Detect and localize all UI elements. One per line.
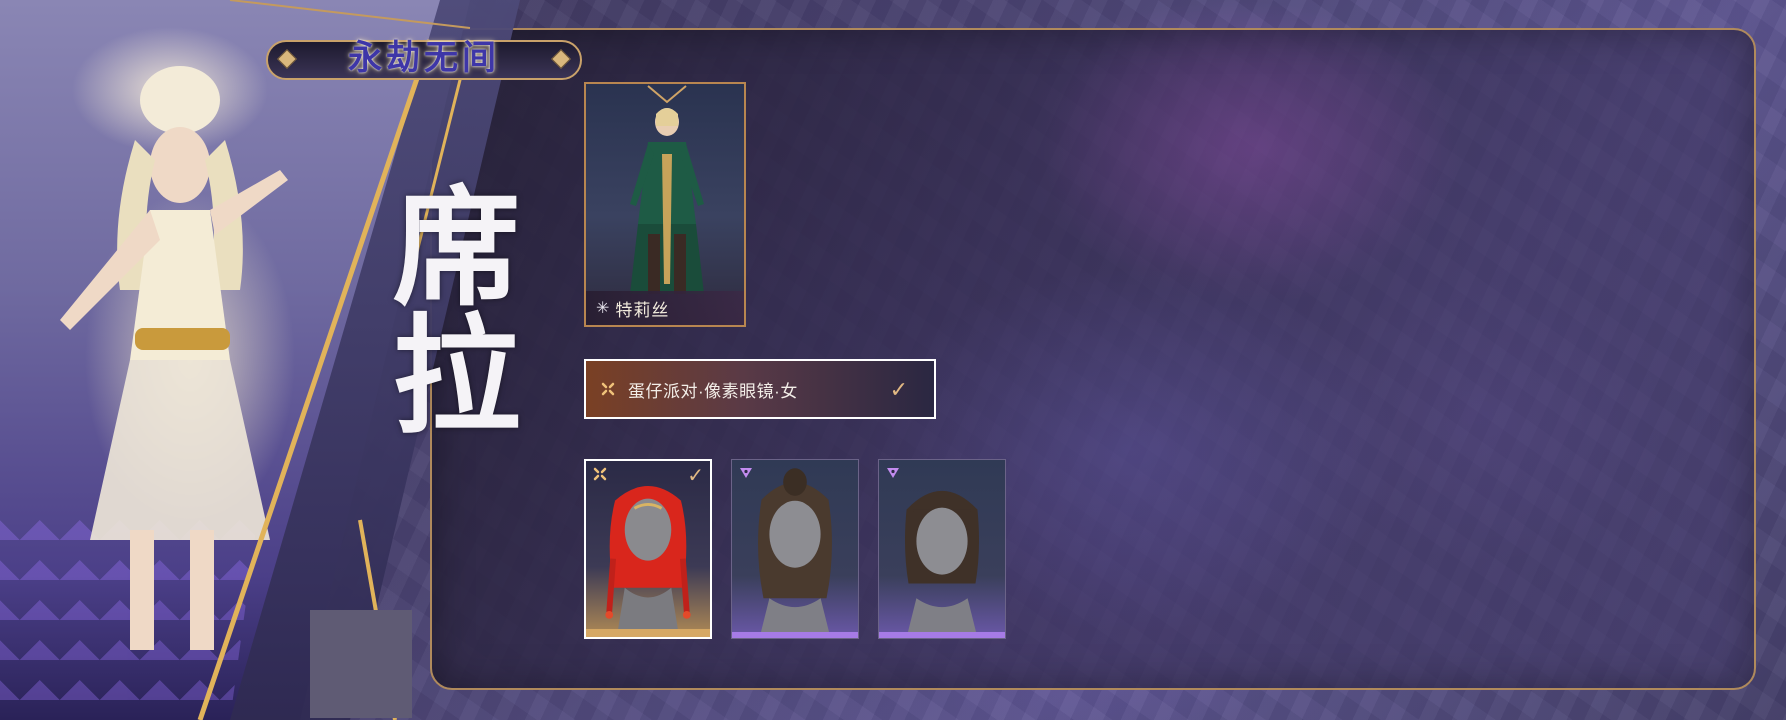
- hero-character-illustration: [60, 66, 288, 650]
- character-name-bar: ✳ 特莉丝: [586, 291, 744, 325]
- rarity-bar: [879, 632, 1005, 638]
- hero-name: 席拉: [370, 180, 520, 436]
- hair-preview: [904, 490, 980, 638]
- placeholder-thumbnail: [310, 610, 412, 718]
- purple-triangle-icon: [740, 468, 752, 478]
- rarity-bar: [586, 629, 710, 637]
- hair-option-2[interactable]: [731, 459, 859, 639]
- hair-option-3[interactable]: [878, 459, 1006, 639]
- gold-sparkle-icon: [593, 467, 607, 481]
- character-card[interactable]: ✳ 特莉丝: [584, 82, 746, 327]
- logo-gem-icon: [277, 49, 297, 69]
- hair-option-1[interactable]: ✓: [584, 459, 712, 639]
- check-icon: ✓: [687, 465, 704, 487]
- character-name: 特莉丝: [615, 300, 670, 320]
- hair-preview: [758, 468, 832, 638]
- sparkle-icon: ✳: [596, 300, 610, 317]
- accessory-label: 蛋仔派对·像素眼镜·女: [628, 381, 798, 401]
- logo-gem-icon: [551, 49, 571, 69]
- game-logo: 永劫无间: [266, 38, 582, 80]
- purple-triangle-icon: [887, 468, 899, 478]
- selected-accessory-item[interactable]: 蛋仔派对·像素眼镜·女 ✓: [584, 359, 936, 419]
- rarity-bar: [732, 632, 858, 638]
- logo-text: 永劫无间: [348, 37, 500, 78]
- gold-sparkle-icon: [601, 382, 615, 396]
- check-icon: ✓: [889, 377, 908, 402]
